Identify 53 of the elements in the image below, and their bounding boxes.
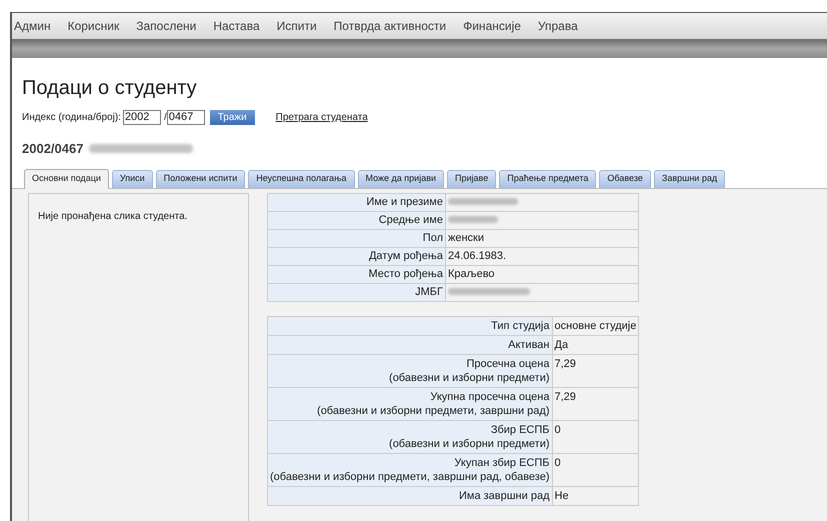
menu-item[interactable]: Настава (213, 17, 260, 35)
field-value: основне студије (552, 316, 639, 335)
menu-item[interactable]: Потврда активности (334, 17, 446, 35)
tab[interactable]: Положени испити (156, 170, 246, 188)
page-title: Подаци о студенту (22, 76, 198, 100)
tab[interactable]: Уписи (112, 170, 153, 188)
field-label: Место рођења (268, 265, 446, 283)
menu-item[interactable]: Корисник (68, 17, 120, 35)
field-value: Да (552, 335, 639, 354)
field-value: 0 (552, 420, 639, 453)
field-label: Активан (507, 338, 550, 352)
field-label: Просечна оцена (466, 356, 550, 370)
tab[interactable]: Неуспешна полагања (248, 170, 355, 188)
photo-message: Није пронађена слика студента. (38, 210, 188, 222)
menu-item[interactable]: Админ (14, 17, 51, 35)
menu-item[interactable]: Финансије (463, 17, 521, 35)
tab[interactable]: Завршни рад (654, 170, 726, 188)
field-value: женски (445, 229, 639, 247)
field-label: Пол (268, 229, 446, 247)
separator: / (164, 111, 167, 125)
field-note: (обавезни и изборни предмети, завршни рад, обавезе) (270, 470, 550, 484)
field-label: Датум рођења (268, 247, 446, 265)
field-note: (обавезни и изборни предмети) (388, 370, 550, 384)
menu-item[interactable]: Испити (276, 17, 317, 35)
search-button[interactable]: Тражи (210, 110, 255, 125)
student-search-link[interactable]: Претрага студената (276, 110, 368, 125)
field-value: Краљево (445, 265, 639, 283)
field-note: (обавезни и изборни предмети, завршни рад) (316, 404, 550, 418)
number-field[interactable]: 0467 (166, 110, 205, 125)
field-label: Укупна просечна оцена (429, 390, 550, 404)
tab[interactable]: Основни подаци (24, 168, 109, 188)
field-value: Не (552, 486, 639, 505)
field-value: 7,29 (552, 387, 639, 420)
field-label: ЈМБГ (268, 283, 446, 301)
field-label: Тип студија (490, 318, 550, 332)
field-label: Име и презиме (268, 193, 446, 211)
field-value: 0 (552, 453, 639, 486)
field-label: Збир ЕСПБ (490, 422, 550, 436)
tab[interactable]: Обавезе (599, 170, 651, 188)
field-label: Средње име (268, 211, 446, 229)
field-value: 7,29 (552, 354, 639, 387)
tab[interactable]: Пријаве (447, 170, 496, 188)
field-label: Укупан збир ЕСПБ (453, 456, 550, 470)
field-label: Има завршни рад (458, 488, 550, 502)
menu-item[interactable]: Управа (538, 17, 578, 35)
year-field[interactable]: 2002 (122, 110, 161, 125)
index-label: Индекс (година/број): (22, 111, 121, 125)
student-index: 2002/0467 (22, 140, 84, 158)
field-value: 24.06.1983. (445, 247, 639, 265)
tab[interactable]: Може да пријави (358, 170, 444, 188)
menu-item[interactable]: Запослени (136, 17, 196, 35)
tab[interactable]: Праћење предмета (499, 170, 596, 188)
field-note: (обавезни и изборни предмети) (388, 436, 550, 450)
